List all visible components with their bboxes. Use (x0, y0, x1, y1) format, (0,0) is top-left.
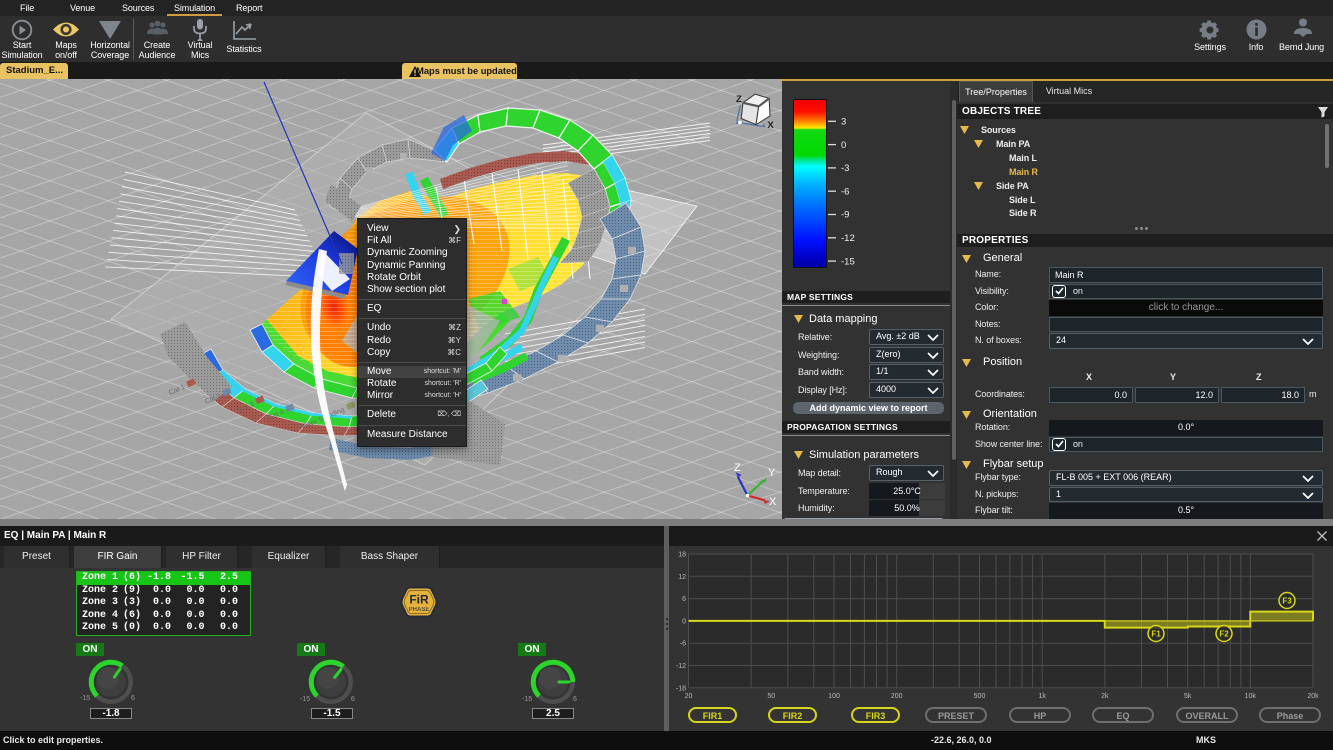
svg-text:Z: Z (734, 462, 741, 474)
svg-text:Cat 1: Cat 1 (168, 384, 186, 397)
svg-text:-12: -12 (841, 233, 855, 244)
svg-text:-15: -15 (841, 256, 855, 267)
svg-text:50: 50 (767, 693, 775, 700)
svg-text:200: 200 (891, 693, 903, 700)
svg-text:0: 0 (841, 140, 846, 151)
svg-text:20: 20 (685, 693, 693, 700)
svg-text:2k: 2k (1101, 693, 1109, 700)
svg-text:100: 100 (828, 693, 840, 700)
svg-text:F1: F1 (1151, 630, 1161, 639)
svg-text:-12: -12 (676, 663, 686, 670)
svg-text:X: X (767, 120, 774, 131)
svg-text:F2: F2 (1219, 630, 1229, 639)
svg-text:Y: Y (768, 467, 776, 479)
svg-text:X: X (769, 496, 777, 508)
svg-text:-6: -6 (680, 641, 686, 648)
svg-text:FiR: FiR (409, 593, 429, 607)
svg-text:5k: 5k (1184, 693, 1192, 700)
svg-text:1k: 1k (1038, 693, 1046, 700)
svg-text:PHASE: PHASE (409, 607, 430, 613)
svg-text:6: 6 (682, 596, 686, 603)
svg-text:Z: Z (736, 94, 742, 105)
svg-text:500: 500 (974, 693, 986, 700)
svg-text:12: 12 (678, 574, 686, 581)
svg-text:18: 18 (678, 552, 686, 559)
svg-text:-9: -9 (841, 210, 849, 221)
svg-text:3: 3 (841, 117, 846, 128)
svg-text:-18: -18 (676, 685, 686, 692)
svg-text:10k: 10k (1245, 693, 1257, 700)
svg-text:20k: 20k (1307, 693, 1319, 700)
svg-text:F3: F3 (1282, 597, 1292, 606)
svg-text:-6: -6 (841, 186, 849, 197)
svg-text:-3: -3 (841, 163, 849, 174)
svg-text:0: 0 (682, 618, 686, 625)
